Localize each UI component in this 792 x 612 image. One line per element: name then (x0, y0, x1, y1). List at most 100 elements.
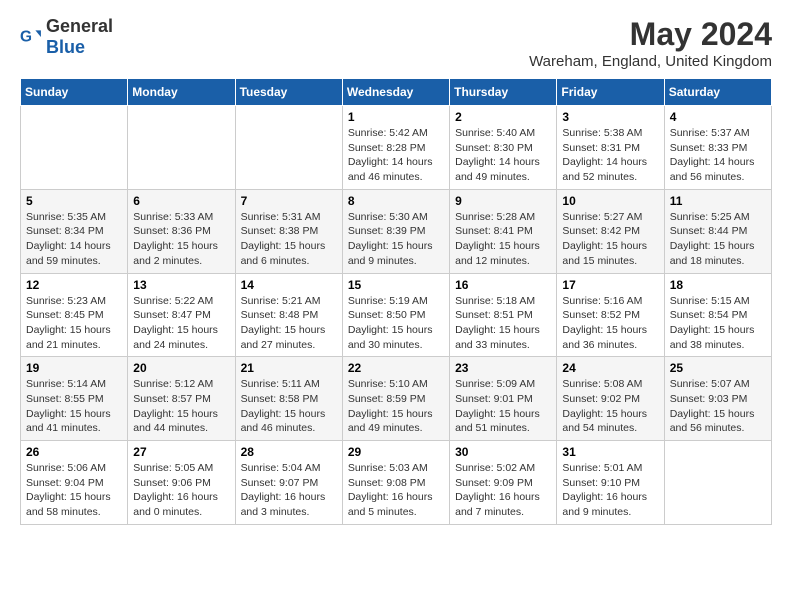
day-info: Sunrise: 5:18 AMSunset: 8:51 PMDaylight:… (455, 294, 551, 353)
day-info: Sunrise: 5:05 AMSunset: 9:06 PMDaylight:… (133, 461, 229, 520)
logo-icon: G (20, 26, 42, 48)
calendar-table: SundayMondayTuesdayWednesdayThursdayFrid… (20, 78, 772, 525)
day-cell (21, 106, 128, 190)
day-info: Sunrise: 5:31 AMSunset: 8:38 PMDaylight:… (241, 210, 337, 269)
day-cell: 21Sunrise: 5:11 AMSunset: 8:58 PMDayligh… (235, 357, 342, 441)
day-number: 7 (241, 194, 337, 208)
day-cell: 8Sunrise: 5:30 AMSunset: 8:39 PMDaylight… (342, 189, 449, 273)
day-cell: 9Sunrise: 5:28 AMSunset: 8:41 PMDaylight… (450, 189, 557, 273)
day-info: Sunrise: 5:02 AMSunset: 9:09 PMDaylight:… (455, 461, 551, 520)
day-number: 21 (241, 361, 337, 375)
day-info: Sunrise: 5:40 AMSunset: 8:30 PMDaylight:… (455, 126, 551, 185)
day-cell: 28 Sunrise: 5:04 AMSunset: 9:07 PMDayligh… (235, 441, 342, 525)
week-row-5: 26 Sunrise: 5:06 AMSunset: 9:04 PMDayligh… (21, 441, 772, 525)
day-info: Sunrise: 5:42 AMSunset: 8:28 PMDaylight:… (348, 126, 444, 185)
day-number: 17 (562, 278, 658, 292)
day-number: 15 (348, 278, 444, 292)
svg-text:G: G (20, 28, 32, 45)
subtitle: Wareham, England, United Kingdom (529, 53, 772, 70)
day-number: 11 (670, 194, 766, 208)
day-info: Sunrise: 5:14 AMSunset: 8:55 PMDaylight:… (26, 377, 122, 436)
day-info: Sunrise: 5:01 AMSunset: 9:10 PMDaylight:… (562, 461, 658, 520)
week-row-2: 5Sunrise: 5:35 AMSunset: 8:34 PMDaylight… (21, 189, 772, 273)
calendar-body: 1 Sunrise: 5:42 AMSunset: 8:28 PMDaylight… (21, 106, 772, 525)
day-cell: 13 Sunrise: 5:22 AMSunset: 8:47 PMDayligh… (128, 273, 235, 357)
day-number: 9 (455, 194, 551, 208)
week-row-3: 12 Sunrise: 5:23 AMSunset: 8:45 PMDayligh… (21, 273, 772, 357)
day-cell (235, 106, 342, 190)
day-info: Sunrise: 5:10 AMSunset: 8:59 PMDaylight:… (348, 377, 444, 436)
day-number: 2 (455, 110, 551, 124)
day-cell: 26 Sunrise: 5:06 AMSunset: 9:04 PMDayligh… (21, 441, 128, 525)
day-cell: 14Sunrise: 5:21 AMSunset: 8:48 PMDayligh… (235, 273, 342, 357)
day-info: Sunrise: 5:22 AMSunset: 8:47 PMDaylight:… (133, 294, 229, 353)
day-info: Sunrise: 5:07 AMSunset: 9:03 PMDaylight:… (670, 377, 766, 436)
main-title: May 2024 (529, 16, 772, 53)
day-cell: 15 Sunrise: 5:19 AMSunset: 8:50 PMDayligh… (342, 273, 449, 357)
day-info: Sunrise: 5:06 AMSunset: 9:04 PMDaylight:… (26, 461, 122, 520)
day-number: 1 (348, 110, 444, 124)
day-cell: 1 Sunrise: 5:42 AMSunset: 8:28 PMDaylight… (342, 106, 449, 190)
day-info: Sunrise: 5:38 AMSunset: 8:31 PMDaylight:… (562, 126, 658, 185)
day-info: Sunrise: 5:15 AMSunset: 8:54 PMDaylight:… (670, 294, 766, 353)
day-info: Sunrise: 5:09 AMSunset: 9:01 PMDaylight:… (455, 377, 551, 436)
day-number: 5 (26, 194, 122, 208)
day-cell: 30 Sunrise: 5:02 AMSunset: 9:09 PMDayligh… (450, 441, 557, 525)
day-cell: 31 Sunrise: 5:01 AMSunset: 9:10 PMDayligh… (557, 441, 664, 525)
day-number: 14 (241, 278, 337, 292)
day-number: 28 (241, 445, 337, 459)
day-cell: 20 Sunrise: 5:12 AMSunset: 8:57 PMDayligh… (128, 357, 235, 441)
day-info: Sunrise: 5:19 AMSunset: 8:50 PMDaylight:… (348, 294, 444, 353)
day-number: 16 (455, 278, 551, 292)
day-cell: 27 Sunrise: 5:05 AMSunset: 9:06 PMDayligh… (128, 441, 235, 525)
calendar-header: SundayMondayTuesdayWednesdayThursdayFrid… (21, 79, 772, 106)
header-cell-sunday: Sunday (21, 79, 128, 106)
day-info: Sunrise: 5:23 AMSunset: 8:45 PMDaylight:… (26, 294, 122, 353)
header-row: SundayMondayTuesdayWednesdayThursdayFrid… (21, 79, 772, 106)
day-number: 27 (133, 445, 229, 459)
day-info: Sunrise: 5:33 AMSunset: 8:36 PMDaylight:… (133, 210, 229, 269)
day-number: 19 (26, 361, 122, 375)
day-number: 20 (133, 361, 229, 375)
day-number: 26 (26, 445, 122, 459)
day-cell: 16 Sunrise: 5:18 AMSunset: 8:51 PMDayligh… (450, 273, 557, 357)
day-info: Sunrise: 5:16 AMSunset: 8:52 PMDaylight:… (562, 294, 658, 353)
header-cell-wednesday: Wednesday (342, 79, 449, 106)
day-info: Sunrise: 5:03 AMSunset: 9:08 PMDaylight:… (348, 461, 444, 520)
day-cell: 11Sunrise: 5:25 AMSunset: 8:44 PMDayligh… (664, 189, 771, 273)
day-number: 29 (348, 445, 444, 459)
day-cell: 29 Sunrise: 5:03 AMSunset: 9:08 PMDayligh… (342, 441, 449, 525)
header-cell-friday: Friday (557, 79, 664, 106)
day-info: Sunrise: 5:08 AMSunset: 9:02 PMDaylight:… (562, 377, 658, 436)
header-cell-tuesday: Tuesday (235, 79, 342, 106)
day-number: 23 (455, 361, 551, 375)
day-number: 8 (348, 194, 444, 208)
day-cell: 25Sunrise: 5:07 AMSunset: 9:03 PMDayligh… (664, 357, 771, 441)
day-cell: 2 Sunrise: 5:40 AMSunset: 8:30 PMDaylight… (450, 106, 557, 190)
logo-blue: Blue (46, 37, 85, 57)
day-cell: 22Sunrise: 5:10 AMSunset: 8:59 PMDayligh… (342, 357, 449, 441)
day-cell: 17 Sunrise: 5:16 AMSunset: 8:52 PMDayligh… (557, 273, 664, 357)
day-number: 31 (562, 445, 658, 459)
day-cell: 6 Sunrise: 5:33 AMSunset: 8:36 PMDaylight… (128, 189, 235, 273)
day-cell: 7 Sunrise: 5:31 AMSunset: 8:38 PMDaylight… (235, 189, 342, 273)
day-info: Sunrise: 5:37 AMSunset: 8:33 PMDaylight:… (670, 126, 766, 185)
day-cell: 18 Sunrise: 5:15 AMSunset: 8:54 PMDayligh… (664, 273, 771, 357)
week-row-4: 19 Sunrise: 5:14 AMSunset: 8:55 PMDayligh… (21, 357, 772, 441)
day-number: 13 (133, 278, 229, 292)
day-cell: 24Sunrise: 5:08 AMSunset: 9:02 PMDayligh… (557, 357, 664, 441)
day-number: 12 (26, 278, 122, 292)
day-cell: 12 Sunrise: 5:23 AMSunset: 8:45 PMDayligh… (21, 273, 128, 357)
day-cell (128, 106, 235, 190)
day-cell: 3 Sunrise: 5:38 AMSunset: 8:31 PMDaylight… (557, 106, 664, 190)
day-number: 18 (670, 278, 766, 292)
day-info: Sunrise: 5:12 AMSunset: 8:57 PMDaylight:… (133, 377, 229, 436)
day-number: 30 (455, 445, 551, 459)
day-number: 10 (562, 194, 658, 208)
logo: G General Blue (20, 16, 113, 58)
header-cell-thursday: Thursday (450, 79, 557, 106)
day-number: 6 (133, 194, 229, 208)
day-number: 3 (562, 110, 658, 124)
day-info: Sunrise: 5:04 AMSunset: 9:07 PMDaylight:… (241, 461, 337, 520)
header: G General Blue May 2024 Wareham, England… (20, 16, 772, 70)
